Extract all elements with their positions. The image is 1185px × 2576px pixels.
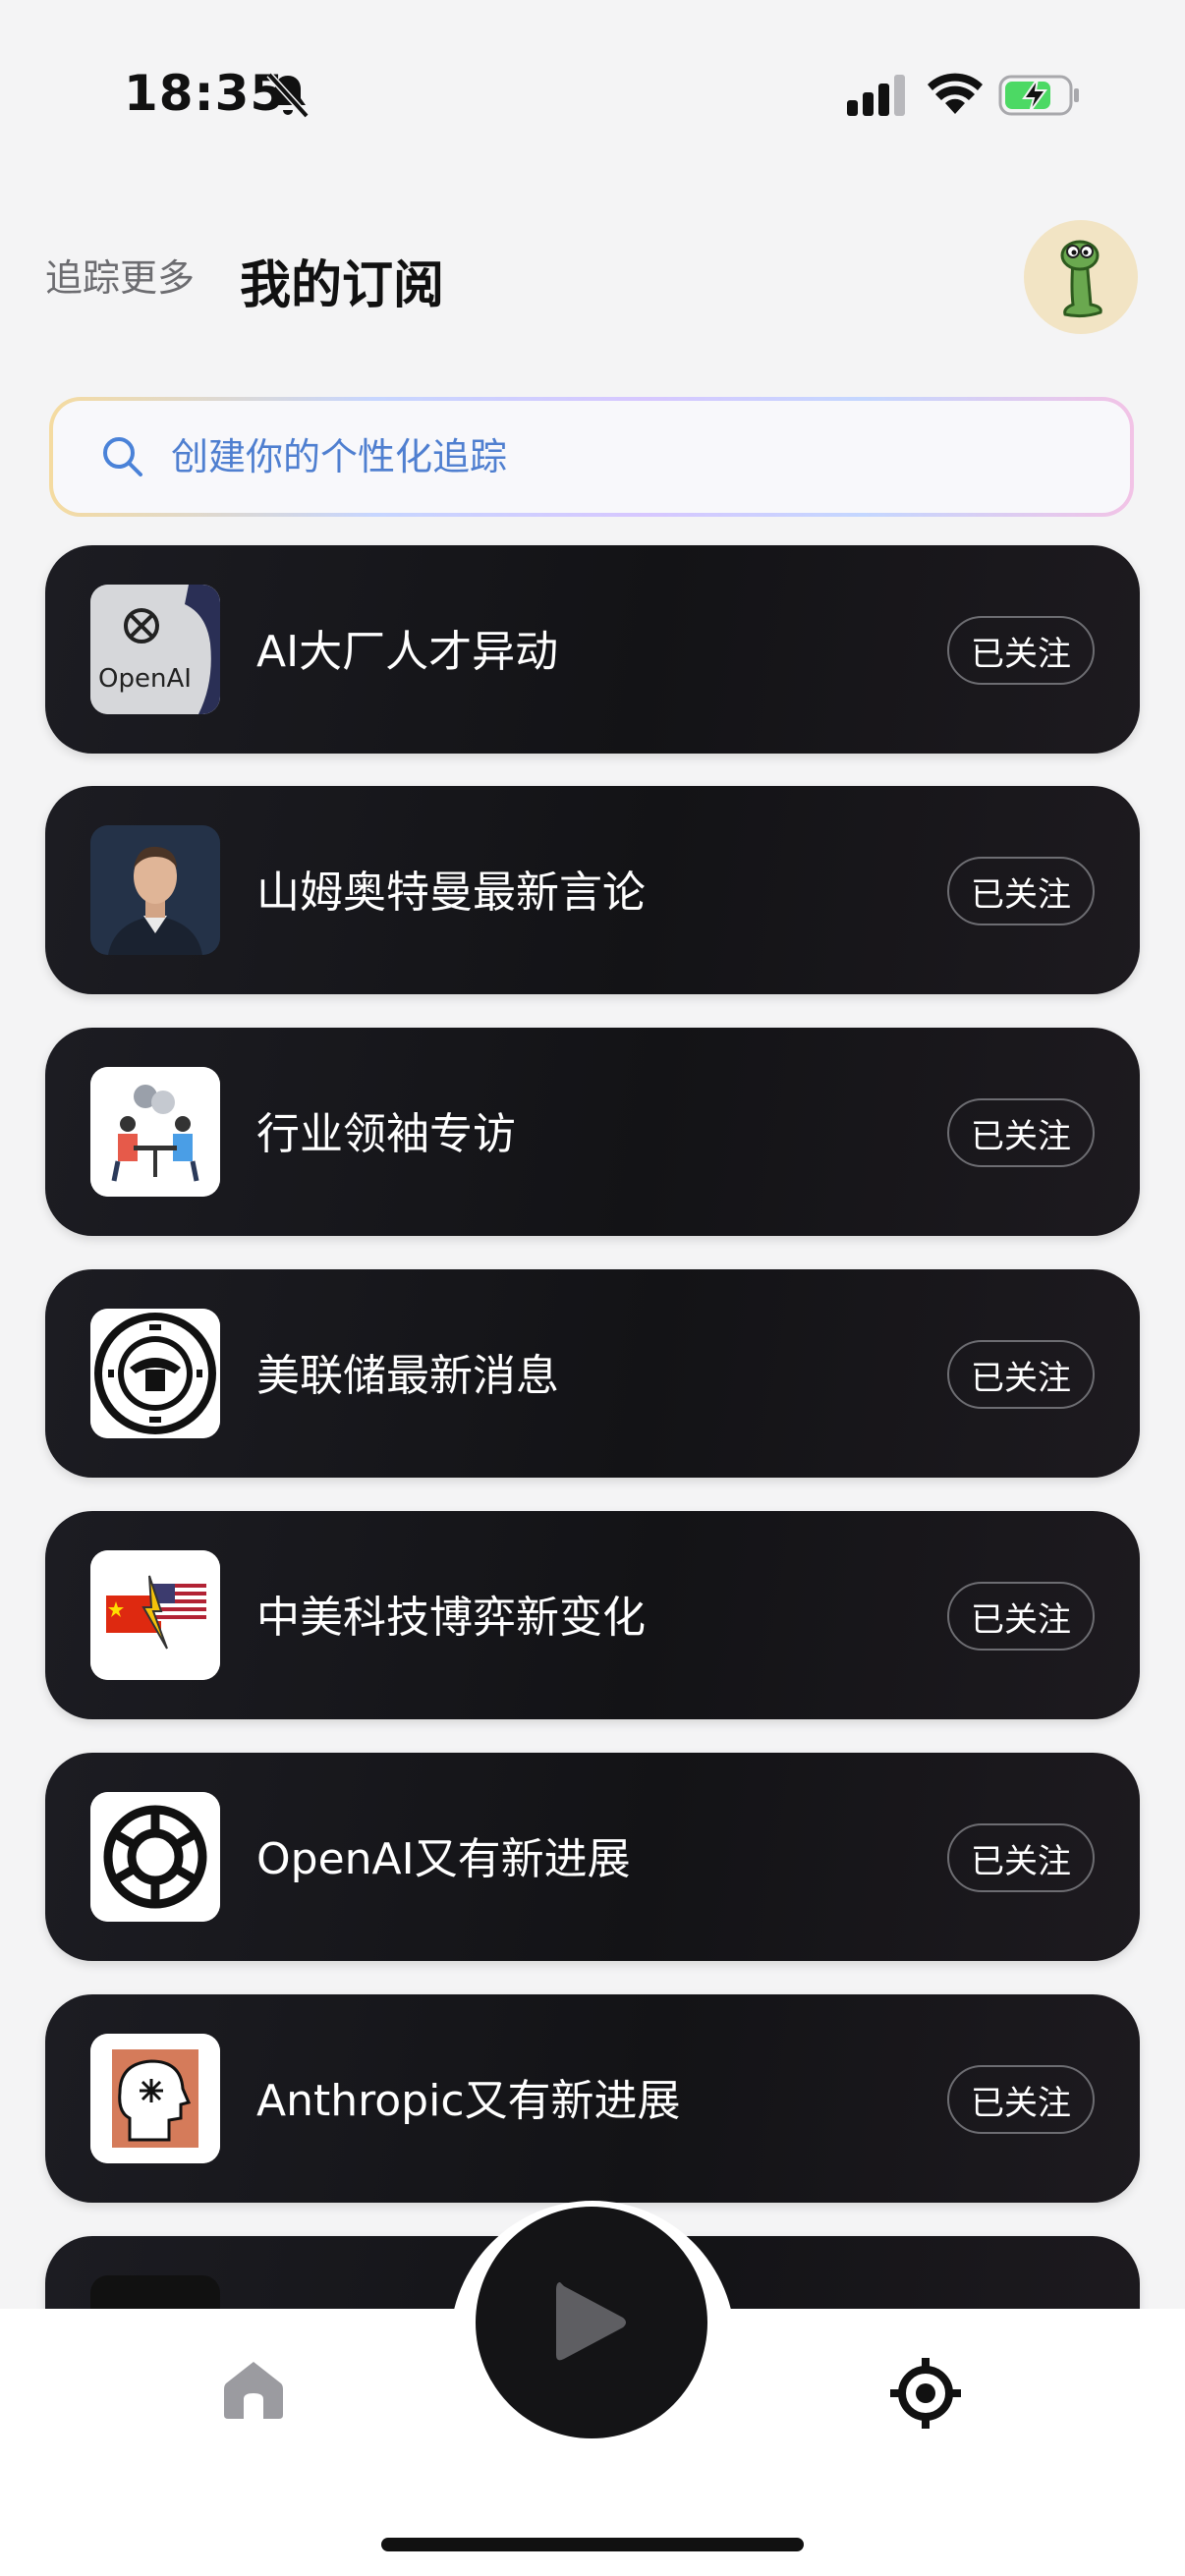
- home-icon[interactable]: [222, 2358, 285, 2421]
- wifi-icon: [928, 73, 983, 114]
- subscription-card[interactable]: 行业领袖专访 已关注: [45, 1028, 1140, 1236]
- following-button[interactable]: 已关注: [947, 1340, 1095, 1409]
- interview-icon: [90, 1067, 220, 1197]
- openai-photo-icon: OpenAI: [90, 585, 220, 714]
- track-more-link[interactable]: 追踪更多: [45, 248, 195, 302]
- home-indicator: [381, 2538, 804, 2551]
- worm-mascot-icon: [1060, 240, 1102, 318]
- subscription-card[interactable]: OpenAI又有新进展 已关注: [45, 1753, 1140, 1961]
- subscription-card[interactable]: 美联储最新消息 已关注: [45, 1269, 1140, 1478]
- subscription-title: AI大厂人才异动: [256, 627, 559, 677]
- subscription-title: 山姆奥特曼最新言论: [256, 868, 646, 918]
- following-button[interactable]: 已关注: [947, 857, 1095, 925]
- anthropic-head-icon: [90, 2034, 220, 2163]
- search-icon: [103, 437, 142, 476]
- svg-text:OpenAI: OpenAI: [98, 664, 192, 694]
- play-icon: [556, 2282, 626, 2361]
- status-bar: 18:35: [0, 0, 1185, 187]
- silent-bell-icon: [266, 72, 310, 119]
- subscription-title: 中美科技博弈新变化: [256, 1593, 646, 1643]
- following-button[interactable]: 已关注: [947, 2065, 1095, 2134]
- following-button[interactable]: 已关注: [947, 1098, 1095, 1167]
- following-button[interactable]: 已关注: [947, 1823, 1095, 1892]
- subscription-title: 行业领袖专访: [256, 1109, 516, 1159]
- federal-reserve-seal-icon: [90, 1309, 220, 1438]
- search-box: [49, 397, 1134, 517]
- status-time: 18:35: [124, 65, 286, 122]
- subscription-card[interactable]: Anthropic又有新进展 已关注: [45, 1994, 1140, 2203]
- battery-charging-icon: [998, 75, 1079, 116]
- following-button[interactable]: 已关注: [947, 1582, 1095, 1651]
- subscription-title: 美联储最新消息: [256, 1351, 559, 1401]
- subscription-title: Anthropic又有新进展: [256, 2076, 681, 2126]
- subscription-card[interactable]: 山姆奥特曼最新言论 已关注: [45, 786, 1140, 994]
- page-title[interactable]: 我的订阅: [240, 244, 444, 317]
- subscription-card[interactable]: 中美科技博弈新变化 已关注: [45, 1511, 1140, 1719]
- portrait-icon: [90, 825, 220, 955]
- search-input[interactable]: [169, 434, 959, 479]
- china-us-flags-icon: [90, 1550, 220, 1680]
- following-button[interactable]: 已关注: [947, 616, 1095, 685]
- target-icon[interactable]: [890, 2358, 961, 2429]
- play-button[interactable]: [476, 2207, 707, 2438]
- search-field[interactable]: [53, 401, 1130, 513]
- cellular-signal-icon: [847, 75, 905, 116]
- subscription-card[interactable]: OpenAI AI大厂人才异动 已关注: [45, 545, 1140, 754]
- subscription-title: OpenAI又有新进展: [256, 1834, 631, 1884]
- avatar[interactable]: [1024, 220, 1138, 334]
- openai-logo-icon: [90, 1792, 220, 1922]
